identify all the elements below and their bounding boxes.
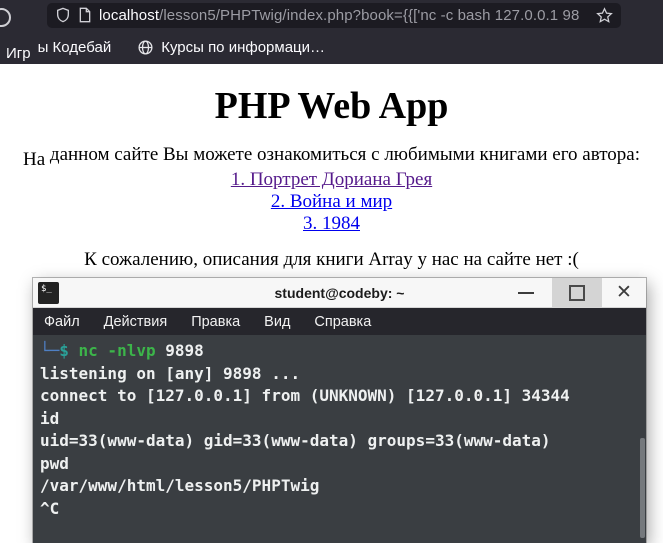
close-icon: ✕ xyxy=(616,282,632,303)
terminal-menubar: Файл Действия Правка Вид Справка xyxy=(33,308,646,335)
menu-item-help[interactable]: Справка xyxy=(314,314,371,330)
book-link-1[interactable]: 1. Портрет Дориана Грея xyxy=(0,169,663,191)
terminal-scrollbar-thumb[interactable] xyxy=(640,438,645,538)
menu-item-actions[interactable]: Действия xyxy=(104,314,168,330)
bookmark-item-infosec-courses[interactable]: Курсы по информаци… xyxy=(137,39,325,56)
bookmark-item-codeby-games[interactable]: Игр ы Кодебай xyxy=(6,38,112,62)
url-host: localhost xyxy=(99,6,160,24)
browser-chrome: localhost/lesson5/PHPTwig/index.php?book… xyxy=(0,0,663,64)
url-path: /lesson5/PHPTwig/index.php?book={{['nc -… xyxy=(159,6,580,24)
page-title: PHP Web App xyxy=(214,85,449,127)
menu-item-file[interactable]: Файл xyxy=(44,314,80,330)
close-button[interactable]: ✕ xyxy=(602,278,646,307)
book-links-list: 1. Портрет Дориана Грея 2. Война и мир 3. … xyxy=(0,169,663,235)
minimize-icon xyxy=(518,291,534,294)
page-info-icon[interactable] xyxy=(78,7,92,23)
bookmark-star-icon[interactable] xyxy=(596,6,613,24)
menu-item-view[interactable]: Вид xyxy=(264,314,290,330)
url-bar[interactable]: localhost/lesson5/PHPTwig/index.php?book… xyxy=(47,2,621,28)
window-controls: ✕ xyxy=(500,278,646,307)
terminal-window: $_ student@codeby: ~ ✕ Файл Действия Правк… xyxy=(33,278,646,543)
bookmark-label-part2: ы Кодебай xyxy=(37,38,112,56)
intro-text: На данном сайте Вы можете ознакомиться с… xyxy=(0,144,663,170)
terminal-output: └─$ nc -nlvp 9898 listening on [any] 9898… xyxy=(33,335,646,543)
shield-icon xyxy=(57,7,69,23)
terminal-line: id xyxy=(40,408,60,428)
terminal-titlebar[interactable]: $_ student@codeby: ~ ✕ xyxy=(33,278,646,308)
bookmark-label: Курсы по информаци… xyxy=(161,38,326,56)
book-link-3[interactable]: 3. 1984 xyxy=(0,213,663,235)
url-text: localhost/lesson5/PHPTwig/index.php?book… xyxy=(99,7,589,24)
book-link-2[interactable]: 2. Война и мир xyxy=(0,191,663,213)
terminal-line: /var/www/html/lesson5/PHPTwig xyxy=(40,476,320,495)
minimize-button[interactable] xyxy=(500,278,552,307)
terminal-line: connect to [127.0.0.1] from (UNKNOWN) [1… xyxy=(40,386,570,405)
terminal-line: └─$ nc -nlvp 9898 xyxy=(40,341,204,360)
intro-text-rest: данном сайте Вы можете ознакомиться с лю… xyxy=(45,144,640,165)
clipped-extension-icon xyxy=(0,8,11,27)
intro-text-prefix: На xyxy=(23,149,46,170)
no-description-message: К сожалению, описания для книги Array у … xyxy=(84,249,579,270)
terminal-line: listening on [any] 9898 ... xyxy=(40,363,301,383)
menu-item-edit[interactable]: Правка xyxy=(191,314,240,330)
terminal-line: pwd xyxy=(40,453,69,473)
globe-icon xyxy=(138,39,153,55)
terminal-app-icon: $_ xyxy=(38,281,59,304)
maximize-button[interactable] xyxy=(552,278,602,307)
bookmark-label-part1: Игр xyxy=(6,44,31,62)
terminal-line: uid=33(www-data) gid=33(www-data) groups… xyxy=(40,431,551,450)
bookmarks-bar: Игр ы Кодебай Курсы по информаци… xyxy=(0,30,663,64)
url-bar-row: localhost/lesson5/PHPTwig/index.php?book… xyxy=(0,0,663,30)
maximize-icon xyxy=(569,284,585,301)
